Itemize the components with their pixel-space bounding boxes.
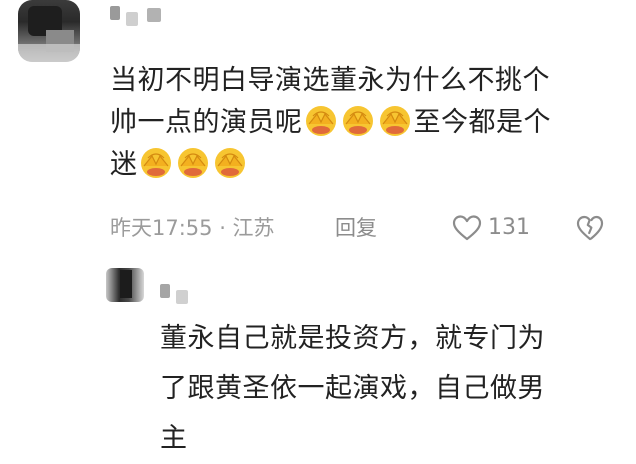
comment-time-location: 昨天17:55 · 江苏 — [110, 216, 275, 240]
reply-author-name-blurred[interactable] — [160, 284, 170, 298]
reply-avatar[interactable] — [106, 268, 144, 302]
comment-body: 当初不明白导演选董永为什么不挑个 帅一点的演员呢 至今都是个 迷 — [110, 60, 630, 186]
reply-line: 董永自己就是投资方，就专门为 — [160, 323, 545, 354]
facepalm-emoji-icon — [305, 106, 336, 136]
comment-line: 帅一点的演员呢 至今都是个 — [110, 102, 630, 144]
facepalm-emoji-icon — [140, 148, 171, 178]
comment-avatar[interactable] — [18, 0, 80, 62]
facepalm-emoji-icon — [379, 106, 410, 136]
broken-heart-icon[interactable] — [576, 214, 604, 242]
comment-line: 当初不明白导演选董永为什么不挑个 — [110, 65, 550, 96]
reply-body: 董永自己就是投资方，就专门为 了跟黄圣依一起演戏，自己做男 主 — [160, 314, 630, 464]
like-count: 131 — [488, 215, 530, 240]
heart-outline-icon[interactable] — [452, 214, 482, 242]
comment-author-name-blurred — [147, 8, 161, 22]
reply-button[interactable]: 回复 — [335, 214, 377, 242]
reply-author-name-blurred — [176, 290, 188, 304]
comment-line: 迷 — [110, 144, 630, 186]
comment-author-name-blurred — [126, 12, 138, 26]
facepalm-emoji-icon — [177, 148, 208, 178]
facepalm-emoji-icon — [214, 148, 245, 178]
reply-line: 了跟黄圣依一起演戏，自己做男 — [160, 373, 545, 404]
facepalm-emoji-icon — [342, 106, 373, 136]
comment-author-name-blurred[interactable] — [110, 6, 120, 20]
reply-line: 主 — [160, 423, 188, 454]
